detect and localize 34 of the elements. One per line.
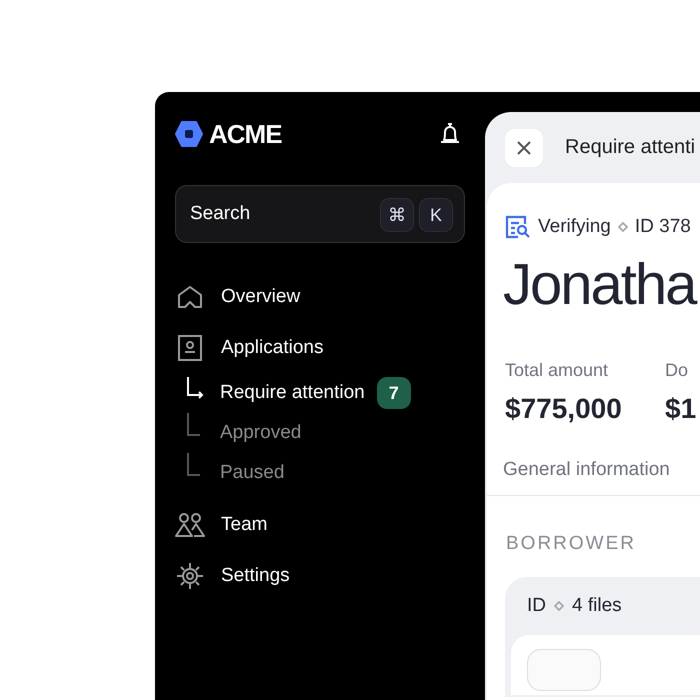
home-icon [175,284,205,310]
status-text: Verifying [538,216,611,238]
settings-icon [175,562,205,590]
diamond-icon [618,222,628,232]
stat-label: Total amount [505,360,610,381]
nav-subitem[interactable]: Approved [220,422,302,444]
keycap: K [419,198,453,232]
files-title: ID [527,595,546,617]
document-search-icon [505,215,531,239]
stat-value: $1 [665,393,698,425]
id-text: ID 378 [634,216,691,238]
diamond-icon [554,601,564,611]
nav-subitem[interactable]: Paused [220,462,284,484]
count-badge: 7 [376,377,411,409]
bell-icon[interactable] [439,122,461,146]
nav-item[interactable]: Team [175,499,465,550]
id-card-icon [175,334,205,362]
stat-value: $775,000 [505,393,623,425]
team-icon [175,512,205,538]
section-heading: BORROWER [505,533,637,555]
keycap: ⌘ [380,198,414,232]
stat-label: Do [665,360,690,381]
nav-item[interactable]: Applications [175,322,465,373]
applicant-name: Jonatha [502,251,698,318]
nav-item[interactable]: Settings [175,550,465,601]
panel-title: Require attenti [565,136,696,159]
close-button[interactable] [505,128,543,166]
logo-text: ACME [209,118,282,150]
nav-subitem[interactable]: Require attention [220,382,365,404]
hexagon-logo-icon [175,121,203,147]
close-icon [516,140,532,156]
tab[interactable]: General information [503,459,670,480]
file-count: 4 files [572,595,622,617]
nav-item[interactable]: Overview [175,271,465,322]
